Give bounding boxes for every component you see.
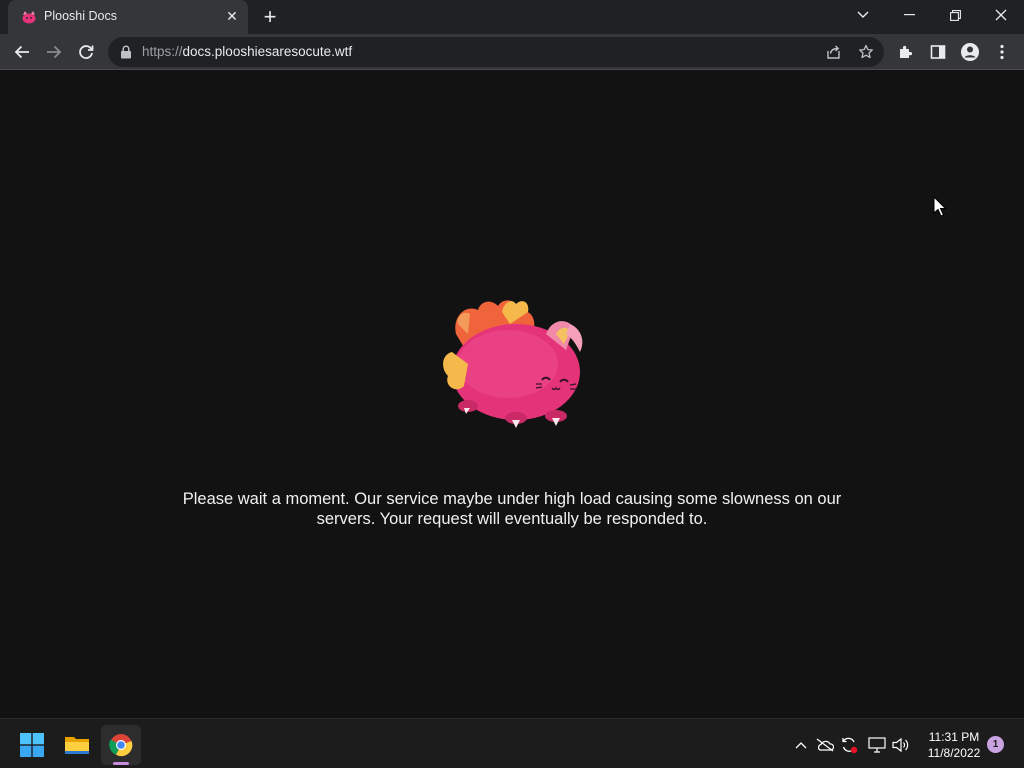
loading-message: Please wait a moment. Our service maybe … [182,490,842,528]
chrome-icon [109,734,133,757]
close-tab-icon[interactable]: ✕ [224,8,240,24]
share-icon [827,45,840,59]
url-scheme: https:// [142,44,183,59]
side-panel-button[interactable] [926,40,950,64]
notification-badge[interactable]: 1 [987,736,1004,753]
browser-toolbar: https://docs.plooshiesaresocute.wtf [0,34,1024,70]
clock-time: 11:31 PM [928,730,980,744]
back-button[interactable] [8,38,36,66]
onedrive-icon [816,738,834,752]
clock-date: 11/8/2022 [927,746,981,760]
tab-title: Plooshi Docs [44,9,117,23]
network-icon [868,737,886,753]
volume-tray-button[interactable] [891,735,911,755]
windows-start-icon [20,733,44,757]
minimize-button[interactable] [886,0,932,30]
sync-icon [842,737,858,754]
menu-icon [1000,44,1004,60]
extensions-button[interactable] [894,40,918,64]
chrome-taskbar-button[interactable] [101,725,141,765]
mouse-cursor-icon [933,196,947,217]
chevron-up-icon [795,742,807,749]
minimize-icon [903,14,915,16]
active-app-indicator [113,762,129,765]
taskbar-clock[interactable]: 11:31 PM 11/8/2022 [916,729,992,761]
forward-icon [47,45,62,59]
new-tab-button[interactable]: + [258,4,282,29]
network-tray-button[interactable] [867,735,887,755]
restore-button[interactable] [932,0,978,30]
restore-icon [949,9,961,21]
profile-button[interactable] [958,40,982,64]
file-explorer-button[interactable] [57,725,97,765]
volume-icon [892,737,909,753]
star-icon [859,44,873,59]
url-text[interactable]: https://docs.plooshiesaresocute.wtf [142,44,352,59]
tab-search-button[interactable] [840,0,886,30]
bookmark-button[interactable] [856,42,876,62]
menu-button[interactable] [990,40,1014,64]
plooshi-mascot-image [443,300,583,428]
tab-plooshi-docs[interactable]: Plooshi Docs ✕ [8,0,248,34]
onedrive-tray-button[interactable] [815,735,835,755]
windows-taskbar: 11:31 PM 11/8/2022 1 [0,718,1024,768]
profile-icon [961,43,979,61]
share-button[interactable] [824,42,844,62]
browser-titlebar: Plooshi Docs ✕ + [0,0,1024,34]
back-icon [14,45,29,59]
close-icon [995,9,1007,21]
show-hidden-icons-button[interactable] [791,735,811,755]
side-panel-icon [930,45,946,59]
reload-icon [79,45,94,59]
sync-tray-button[interactable] [839,735,859,755]
extensions-icon [900,45,913,58]
url-host: docs.plooshiesaresocute.wtf [182,44,353,59]
lock-icon[interactable] [120,45,132,59]
chevron-down-icon [857,11,869,18]
plooshi-favicon [22,11,36,24]
address-bar[interactable]: https://docs.plooshiesaresocute.wtf [108,37,884,67]
page-content: Please wait a moment. Our service maybe … [0,71,1024,717]
file-explorer-icon [65,737,89,754]
close-window-button[interactable] [978,0,1024,30]
start-button[interactable] [12,725,52,765]
forward-button[interactable] [40,38,68,66]
reload-button[interactable] [72,38,100,66]
